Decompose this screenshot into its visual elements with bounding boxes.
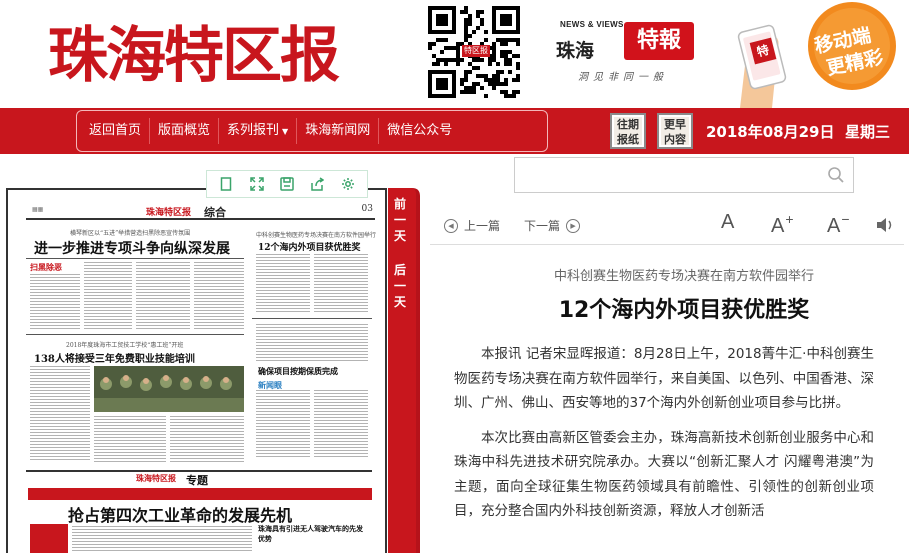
- text-block: [256, 324, 368, 362]
- text-block: [170, 416, 244, 462]
- text-block: [256, 254, 310, 314]
- site-logo[interactable]: 珠海特区报: [44, 14, 344, 94]
- text-block: [314, 390, 368, 458]
- search-input[interactable]: [515, 158, 815, 192]
- headline-4[interactable]: 确保项目按期保质完成: [258, 366, 338, 377]
- earlier-content-button[interactable]: 更早 内容: [657, 113, 693, 149]
- newspaper-page[interactable]: ▦▦ 珠海特区报 综合 03 横琴新区以“五进”举措营造扫黑除恶宣传氛围 进一步…: [8, 190, 385, 553]
- page-header-meta: ▦▦: [32, 206, 44, 213]
- search-box: [514, 157, 854, 193]
- speaker-icon[interactable]: [876, 217, 894, 233]
- main-nav: 返回首页 版面概览 系列报刊 ▼ 珠海新闻网 微信公众号 往期 报纸 更早 内容 …: [0, 108, 909, 154]
- text-block: [256, 390, 310, 458]
- brand-zh: 珠海: [556, 40, 595, 62]
- day-nav: 前 一 天 后 一 天: [388, 196, 412, 310]
- brand-slogan: 洞见非同一般: [578, 72, 668, 83]
- kicker-3: 中科创赛生物医药专场决赛在南方软件园举行: [256, 232, 377, 239]
- issue-date: 2018年08月29日 星期三: [706, 121, 890, 142]
- page-toolbar: [206, 170, 368, 198]
- text-block: [136, 262, 190, 330]
- previous-article-link[interactable]: ◀ 上一篇: [444, 217, 500, 234]
- save-icon[interactable]: [276, 173, 298, 195]
- newspaper-page-viewer[interactable]: ▦▦ 珠海特区报 综合 03 横琴新区以“五进”举措营造扫黑除恶宣传氛围 进一步…: [6, 188, 387, 553]
- logo-text: 珠海特区报: [48, 21, 340, 91]
- article-panel: ◀ 上一篇 下一篇 ▶ A A+ A− 中科创赛生物医药专场决赛在南方软件园举行…: [430, 205, 909, 553]
- bottom-masthead: 珠海特区报: [136, 473, 176, 483]
- nav-menu: 返回首页 版面概览 系列报刊 ▼ 珠海新闻网 微信公众号: [76, 110, 548, 152]
- article-paragraph: 本报讯 记者宋显晖报道：8月28日上午，2018菁牛汇·中科创赛生物医药专场决赛…: [454, 346, 874, 411]
- nav-item-home[interactable]: 返回首页: [81, 118, 151, 144]
- weekday-text: 星期三: [844, 123, 890, 141]
- feature-badge: [30, 524, 68, 553]
- qr-label: 特区报: [462, 45, 490, 57]
- mobile-promo-banner[interactable]: 特 移动端 更精彩: [730, 0, 909, 108]
- divider: [26, 258, 244, 259]
- headline-2[interactable]: 138人将接受三年免费职业技能培训: [34, 350, 195, 365]
- ribbon-gap: [388, 244, 412, 262]
- article-toolbar: ◀ 上一篇 下一篇 ▶ A A+ A−: [430, 205, 904, 245]
- past-issues-button[interactable]: 往期 报纸: [610, 113, 646, 149]
- page-masthead: ▦▦ 珠海特区报 综合 03: [26, 204, 375, 220]
- section-feature: 专题: [186, 474, 208, 487]
- search-icon[interactable]: [827, 166, 845, 184]
- article-title: 12个海内外项目获优胜奖: [558, 298, 810, 323]
- divider: [26, 334, 244, 335]
- page-masthead-title: 珠海特区报: [146, 208, 192, 218]
- nav-item-wechat[interactable]: 微信公众号: [379, 118, 460, 144]
- share-icon[interactable]: [306, 173, 328, 195]
- next-day-link[interactable]: 后 一 天: [388, 262, 412, 310]
- text-block: [194, 262, 244, 330]
- font-normal-button[interactable]: A: [721, 211, 734, 234]
- date-text: 2018年08月29日: [706, 123, 835, 141]
- arrow-left-icon: ◀: [444, 218, 458, 233]
- headline-6[interactable]: 珠海具有引进无人驾驶汽车的先发优势: [258, 524, 368, 544]
- qr-code: 特区报: [428, 6, 520, 98]
- tag-saohei: 扫黑除恶: [30, 262, 62, 272]
- headline-5[interactable]: 抢占第四次工业革命的发展先机: [68, 502, 292, 526]
- text-block: [94, 416, 166, 462]
- brand-logo: NEWS & VIEWS 珠海 特報 洞见非同一般: [556, 20, 706, 86]
- font-increase-button[interactable]: A+: [771, 211, 794, 238]
- kicker-1: 横琴新区以“五进”举措营造扫黑除恶宣传氛围: [70, 230, 191, 237]
- text-block: [314, 254, 368, 314]
- fullscreen-icon[interactable]: [246, 173, 268, 195]
- brand-en: NEWS & VIEWS: [560, 20, 624, 29]
- next-article-link[interactable]: 下一篇 ▶: [524, 217, 581, 234]
- page-icon[interactable]: [215, 173, 237, 195]
- arrow-right-icon: ▶: [566, 218, 581, 233]
- headline-3[interactable]: 12个海内外项目获优胜奖: [258, 240, 361, 253]
- divider: [252, 318, 372, 319]
- text-block: [30, 274, 80, 330]
- nav-item-overview[interactable]: 版面概览: [150, 118, 220, 144]
- text-block: [30, 366, 90, 462]
- feature-banner: [28, 488, 372, 500]
- site-header: 珠海特区报 特区报 NEWS & VIEWS 珠海 特報 洞见非同一般 特 移动…: [0, 0, 909, 108]
- headline-1[interactable]: 进一步推进专项斗争向纵深发展: [34, 238, 230, 258]
- font-decrease-button[interactable]: A−: [827, 211, 850, 238]
- brand-stamp: 特報: [624, 22, 694, 60]
- nav-item-news-site[interactable]: 珠海新闻网: [297, 118, 380, 144]
- nav-item-series[interactable]: 系列报刊 ▼: [219, 118, 298, 144]
- previous-day-link[interactable]: 前 一 天: [388, 196, 412, 244]
- news-photo[interactable]: [94, 366, 244, 412]
- text-block: [72, 526, 252, 553]
- kicker-2: 2018年度珠海市工贸技工学校“惠工班”开班: [66, 342, 184, 349]
- chevron-down-icon: ▼: [282, 127, 289, 136]
- article-subtitle: 中科创赛生物医药专场决赛在南方软件园举行: [553, 269, 814, 284]
- article-body: 中科创赛生物医药专场决赛在南方软件园举行 12个海内外项目获优胜奖 本报讯 记者…: [454, 265, 874, 534]
- text-block: [84, 262, 132, 330]
- article-paragraph: 本次比赛由高新区管委会主办，珠海高新技术创新创业服务中心和珠海中科先进技术研究院…: [454, 429, 874, 520]
- page-section: 综合: [204, 206, 226, 219]
- page-number: 03: [361, 204, 373, 214]
- settings-icon[interactable]: [337, 173, 359, 195]
